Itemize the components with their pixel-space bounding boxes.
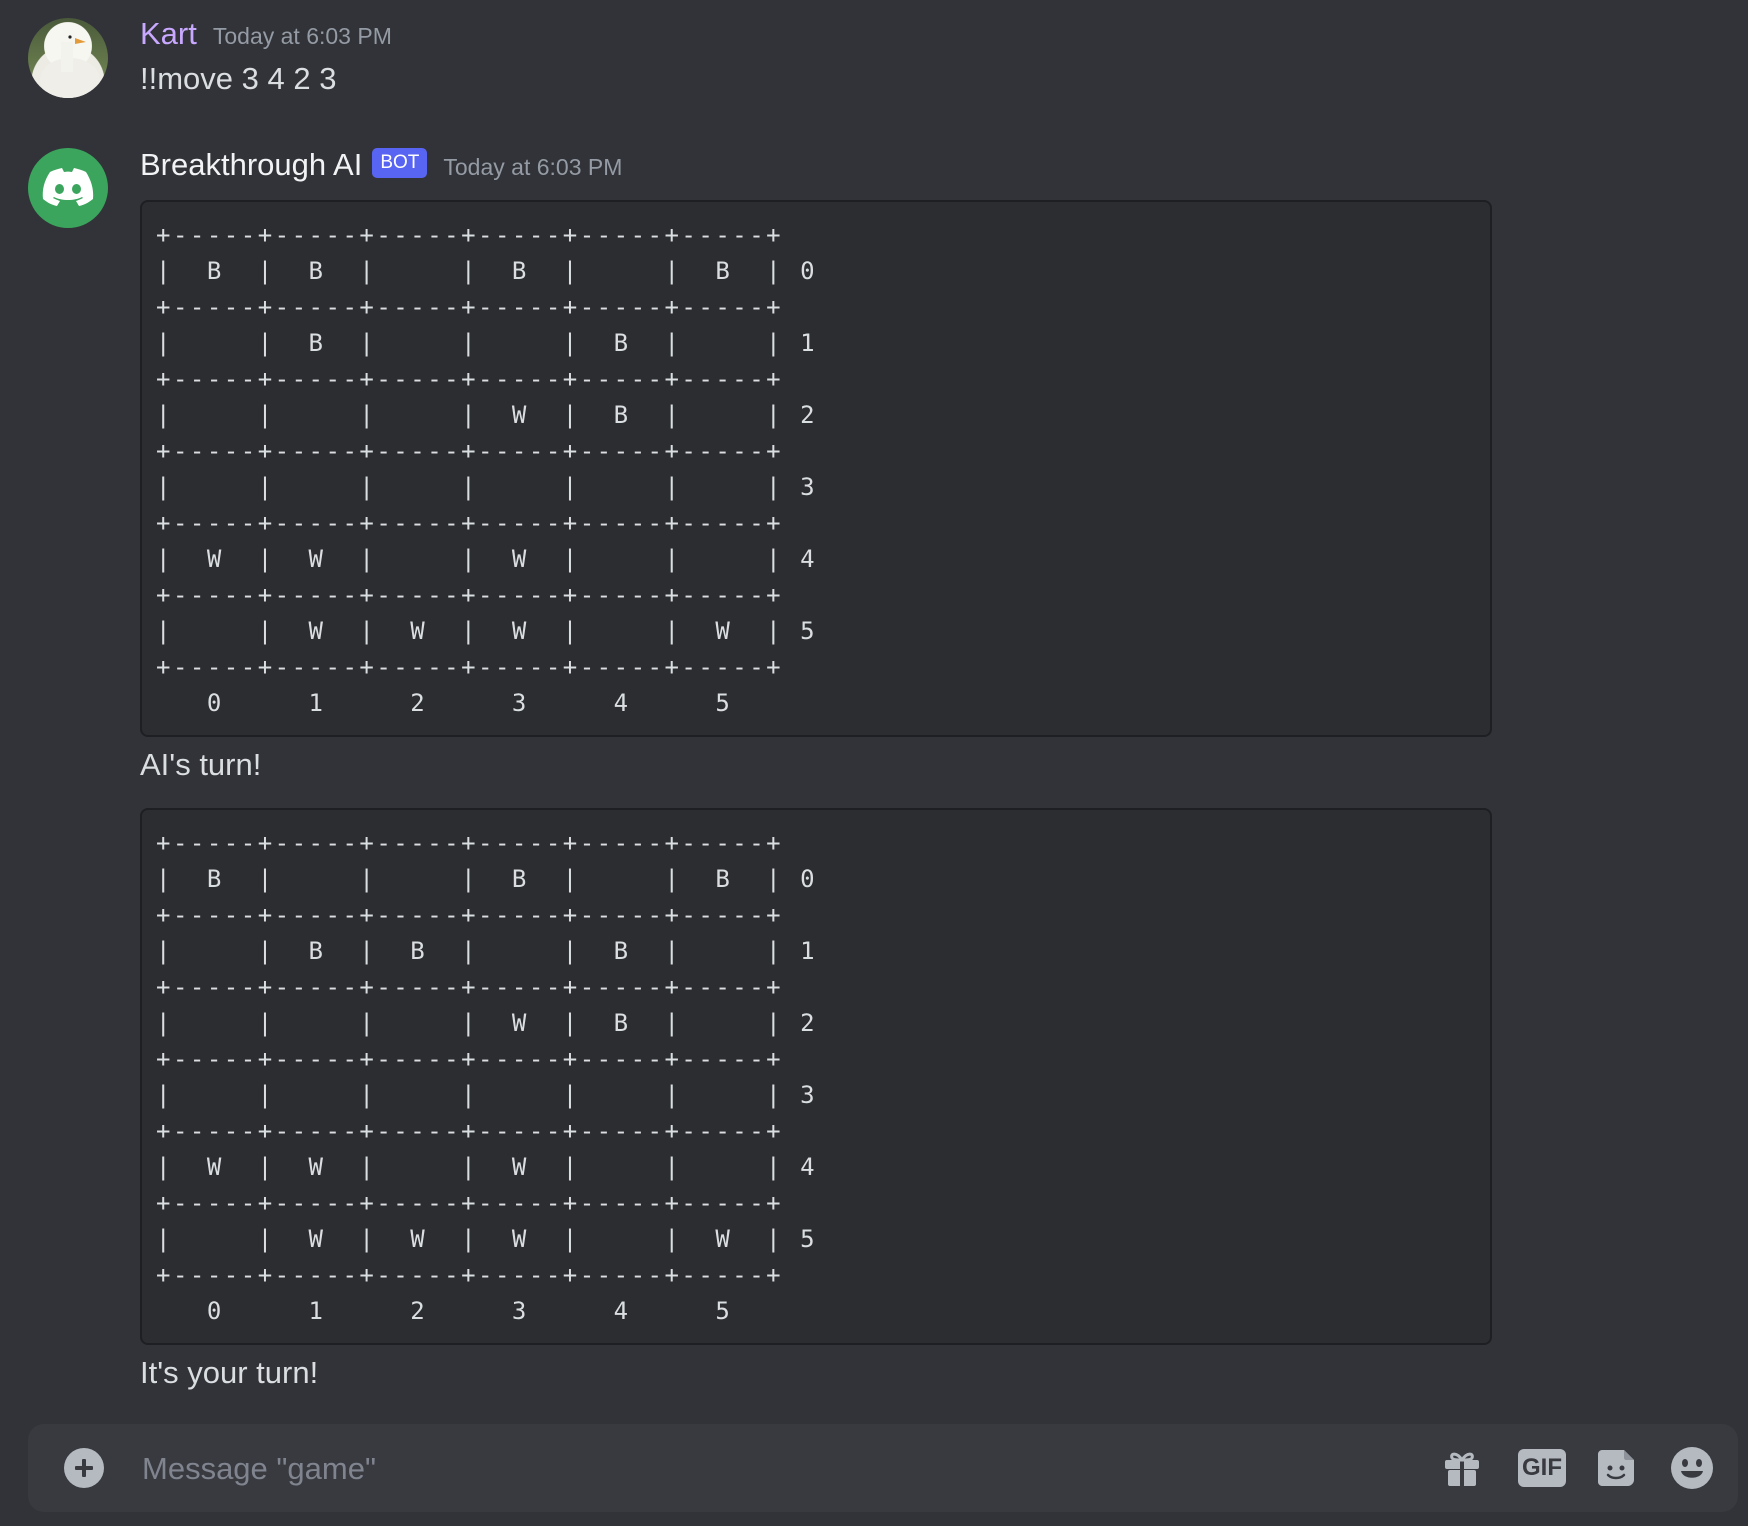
username[interactable]: Kart [140,16,197,52]
discord-logo-avatar[interactable] [28,148,108,228]
message-text: !!move 3 4 2 3 [140,61,337,96]
code-block-board-2: +-----+-----+-----+-----+-----+-----+ | … [140,808,1492,1345]
gif-icon[interactable]: GIF [1516,1446,1568,1490]
code-block-board-1: +-----+-----+-----+-----+-----+-----+ | … [140,200,1492,737]
gift-icon[interactable] [1440,1446,1484,1490]
emoji-icon[interactable] [1668,1446,1716,1490]
add-attachment-icon[interactable] [64,1448,104,1488]
message-header: Kart Today at 6:03 PM [140,16,392,52]
bot-badge: BOT [372,148,428,178]
timestamp: Today at 6:03 PM [443,154,623,180]
goose-icon [40,30,100,98]
board-text: +-----+-----+-----+-----+-----+-----+ | … [156,829,818,1325]
gif-label: GIF [1518,1449,1566,1487]
message-header: Breakthrough AI BOT Today at 6:03 PM [140,147,622,183]
board-text: +-----+-----+-----+-----+-----+-----+ | … [156,221,818,717]
timestamp: Today at 6:03 PM [212,23,392,49]
discord-logo-icon [42,168,94,206]
message-input[interactable] [140,1442,1424,1496]
message-text: AI's turn! [140,747,262,782]
goose-avatar[interactable] [28,18,108,98]
sticker-icon[interactable] [1594,1446,1638,1490]
message-text: It's your turn! [140,1355,319,1390]
username[interactable]: Breakthrough AI [140,147,362,183]
message-composer: GIF [28,1424,1738,1512]
